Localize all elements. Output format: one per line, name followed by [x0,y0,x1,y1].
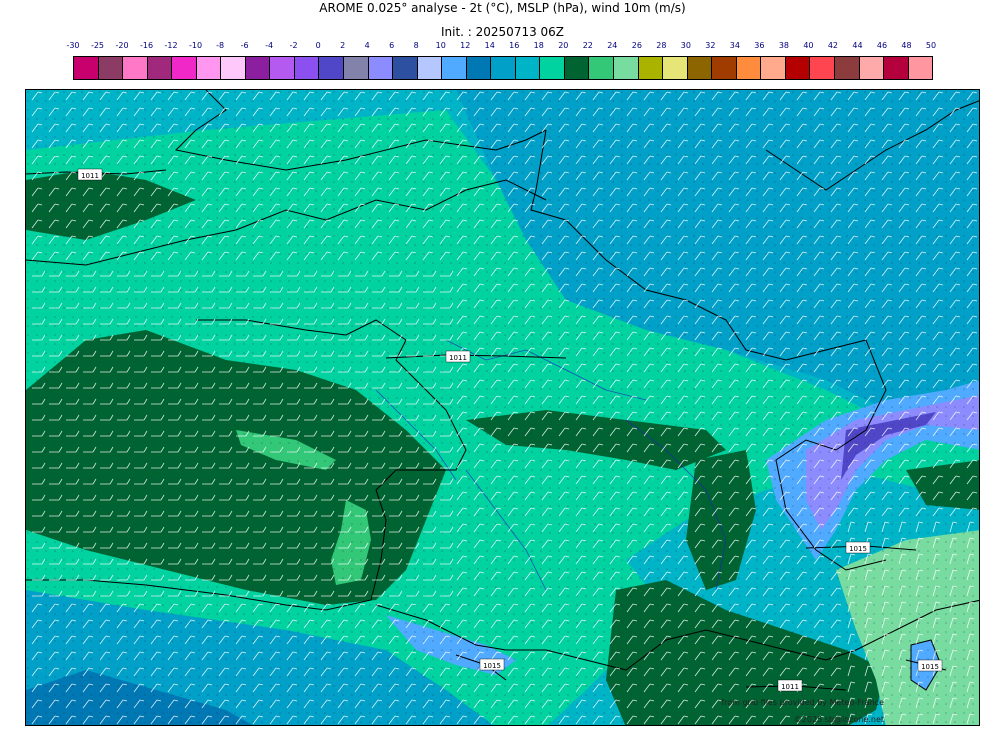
colorbar-swatch [785,57,811,79]
colorbar-swatch [515,57,541,79]
colorbar-swatch [196,57,222,79]
colorbar-swatch [638,57,664,79]
isobar-label: 1011 [781,683,799,691]
colorbar-swatch [98,57,124,79]
colorbar-swatch [736,57,762,79]
colorbar-swatch [834,57,860,79]
colorbar-swatch [712,57,737,79]
colorbar-swatch [147,57,173,79]
colorbar-swatch [884,57,909,79]
colorbar-swatch [319,57,345,79]
land-texture [26,90,979,725]
colorbar-swatch [540,57,565,79]
colorbar-swatch [810,57,835,79]
colorbar-swatch [417,57,443,79]
colorbar-swatch [123,57,148,79]
init-time: Init. : 20250713 06Z [440,25,565,39]
colorbar-swatch [368,57,394,79]
isobar-label: 1011 [449,354,467,362]
colorbar-labels: -30 -25 -20 -16 -12 -10 -8 -6 -4 -2 0 2 4 6 8 10 12 14 16 1… [66,41,936,53]
isobar-label: 1015 [849,545,867,553]
colorbar [73,56,933,80]
colorbar-swatch [564,57,590,79]
isobar-label: 1015 [921,663,939,671]
credit-copyright: ©2025 sb@inzone.net [793,715,884,724]
colorbar-swatch [466,57,492,79]
colorbar-swatch [614,57,639,79]
colorbar-swatch [761,57,786,79]
colorbar-swatch [687,57,713,79]
colorbar-swatch [294,57,320,79]
credit-source: from grib files provided by Meteo-France [721,698,884,707]
colorbar-swatch [859,57,885,79]
colorbar-swatch [74,57,99,79]
map-canvas: 1011 1011 1015 1015 1011 1015 [26,90,979,725]
colorbar-tick-label: 50 [925,41,937,50]
colorbar-swatch [393,57,418,79]
colorbar-swatch [491,57,516,79]
colorbar-swatch [663,57,688,79]
colorbar-swatch [344,57,369,79]
isobar-label: 1015 [483,662,501,670]
isobar-label: 1011 [81,172,99,180]
weather-map: 1011 1011 1015 1015 1011 1015 from grib … [25,89,980,726]
chart-title: AROME 0.025° analyse - 2t (°C), MSLP (hP… [319,1,686,15]
colorbar-swatch [589,57,615,79]
colorbar-swatch [442,57,467,79]
colorbar-swatch [245,57,271,79]
colorbar-swatch [908,57,933,79]
colorbar-swatch [270,57,295,79]
colorbar-swatch [172,57,197,79]
colorbar-swatch [221,57,246,79]
